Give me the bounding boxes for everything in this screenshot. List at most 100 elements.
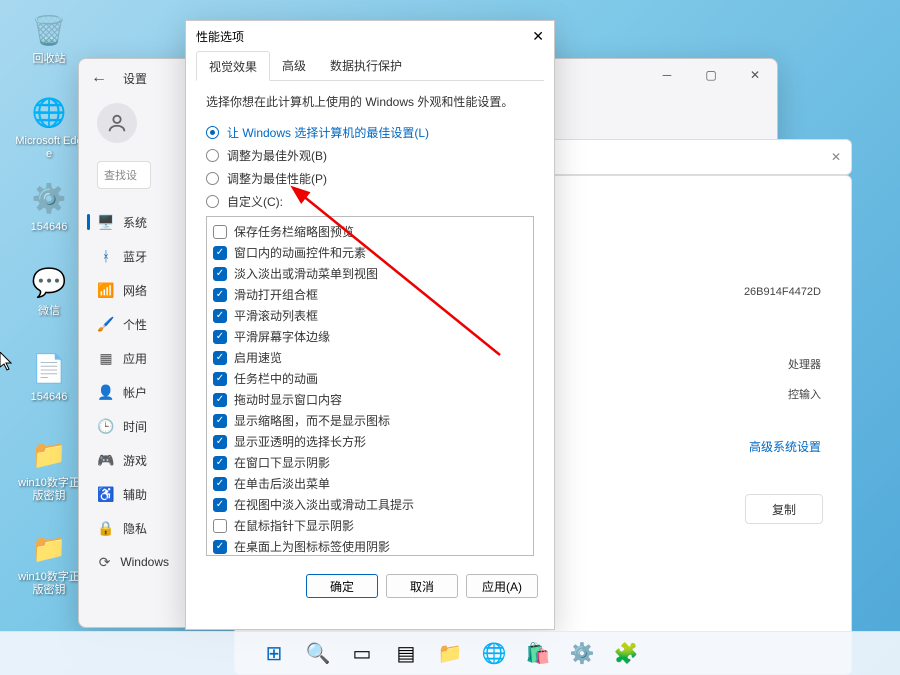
- desktop-icon-label: 154646: [14, 221, 84, 234]
- effect-13-checkbox: ✓: [213, 498, 227, 512]
- effect-5-label: 平滑屏幕字体边缘: [234, 328, 330, 345]
- effect-14[interactable]: 在鼠标指针下显示阴影: [213, 515, 527, 536]
- taskbar-store[interactable]: 🛍️: [519, 635, 557, 673]
- nav-accounts[interactable]: 👤帐户: [97, 375, 169, 409]
- desktop-icon-6[interactable]: 📁win10数字正版密钥: [14, 528, 84, 597]
- effect-1[interactable]: ✓窗口内的动画控件和元素: [213, 242, 527, 263]
- radio-0[interactable]: 让 Windows 选择计算机的最佳设置(L): [206, 124, 534, 141]
- desktop-icon-glyph: 📄: [29, 348, 69, 388]
- cancel-button[interactable]: 取消: [386, 574, 458, 598]
- nav-time[interactable]: 🕒时间: [97, 409, 169, 443]
- effect-8-label: 拖动时显示窗口内容: [234, 391, 342, 408]
- desktop-icon-3[interactable]: 💬微信: [14, 262, 84, 318]
- effect-5-checkbox: ✓: [213, 330, 227, 344]
- nav-apps-icon: ▦: [97, 350, 115, 367]
- tab-0[interactable]: 视觉效果: [196, 51, 270, 81]
- effect-13-label: 在视图中淡入淡出或滑动工具提示: [234, 496, 414, 513]
- effect-14-label: 在鼠标指针下显示阴影: [234, 517, 354, 534]
- nav-accounts-label: 帐户: [123, 384, 147, 401]
- nav-privacy[interactable]: 🔒隐私: [97, 511, 169, 545]
- maximize-button[interactable]: ▢: [689, 59, 733, 91]
- search-input[interactable]: 查找设: [97, 161, 151, 189]
- effect-12[interactable]: ✓在单击后淡出菜单: [213, 473, 527, 494]
- effects-list[interactable]: 保存任务栏缩略图预览✓窗口内的动画控件和元素✓淡入淡出或滑动菜单到视图✓滑动打开…: [206, 216, 534, 556]
- effect-13[interactable]: ✓ 在视图中淡入淡出或滑动工具提示: [213, 494, 527, 515]
- effect-11[interactable]: ✓ 在窗口下显示阴影: [213, 452, 527, 473]
- effect-4-checkbox: ✓: [213, 309, 227, 323]
- radio-3[interactable]: 自定义(C):: [206, 193, 534, 210]
- effect-5[interactable]: ✓ 平滑屏幕字体边缘: [213, 326, 527, 347]
- effect-6[interactable]: ✓启用速览: [213, 347, 527, 368]
- nav-network-label: 网络: [123, 282, 147, 299]
- nav-bluetooth-label: 蓝牙: [123, 248, 147, 265]
- minimize-button[interactable]: ─: [645, 59, 689, 91]
- nav-accessibility[interactable]: ♿辅助: [97, 477, 169, 511]
- effect-4-label: 平滑滚动列表框: [234, 307, 318, 324]
- effect-11-label: 在窗口下显示阴影: [234, 454, 330, 471]
- nav-gaming[interactable]: 🎮游戏: [97, 443, 169, 477]
- taskbar-taskview[interactable]: ▭: [343, 635, 381, 673]
- tab-1[interactable]: 高级: [270, 51, 318, 80]
- nav-update-icon: ⟳: [97, 554, 112, 571]
- effect-12-checkbox: ✓: [213, 477, 227, 491]
- taskbar-settings[interactable]: ⚙️: [563, 635, 601, 673]
- effect-2-label: 淡入淡出或滑动菜单到视图: [234, 265, 378, 282]
- effect-7-label: 任务栏中的动画: [234, 370, 318, 387]
- effect-1-label: 窗口内的动画控件和元素: [234, 244, 366, 261]
- desktop-icon-4[interactable]: 📄154646: [14, 348, 84, 404]
- taskbar-widgets[interactable]: ▤: [387, 635, 425, 673]
- radio-1[interactable]: 调整为最佳外观(B): [206, 147, 534, 164]
- desktop-icon-glyph: 📁: [29, 528, 69, 568]
- effect-11-checkbox: ✓: [213, 456, 227, 470]
- effect-3-label: 滑动打开组合框: [234, 286, 318, 303]
- perf-title-text: 性能选项: [196, 28, 244, 45]
- effect-3[interactable]: ✓滑动打开组合框: [213, 284, 527, 305]
- effect-0-label: 保存任务栏缩略图预览: [234, 223, 354, 240]
- ok-button[interactable]: 确定: [306, 574, 378, 598]
- taskbar-app[interactable]: 🧩: [607, 635, 645, 673]
- nav-update[interactable]: ⟳Windows: [97, 545, 169, 579]
- nav-system-label: 系统: [123, 214, 147, 231]
- effect-15[interactable]: ✓在桌面上为图标标签使用阴影: [213, 536, 527, 556]
- nav-bluetooth[interactable]: ᚼ蓝牙: [97, 239, 169, 273]
- radio-2-label: 调整为最佳性能(P): [227, 170, 327, 187]
- taskbar-search[interactable]: 🔍: [299, 635, 337, 673]
- copy-button[interactable]: 复制: [745, 494, 823, 524]
- taskbar-explorer[interactable]: 📁: [431, 635, 469, 673]
- tab-2[interactable]: 数据执行保护: [318, 51, 414, 80]
- effect-6-checkbox: ✓: [213, 351, 227, 365]
- nav-apps[interactable]: ▦应用: [97, 341, 169, 375]
- effect-9[interactable]: ✓显示缩略图，而不是显示图标: [213, 410, 527, 431]
- radio-2-indicator: [206, 172, 219, 185]
- effect-10[interactable]: ✓ 显示亚透明的选择长方形: [213, 431, 527, 452]
- effect-4[interactable]: ✓ 平滑滚动列表框: [213, 305, 527, 326]
- nav-system[interactable]: 🖥️系统: [97, 205, 169, 239]
- taskbar-edge[interactable]: 🌐: [475, 635, 513, 673]
- nav-network[interactable]: 📶网络: [97, 273, 169, 307]
- nav-personalization[interactable]: 🖌️个性: [97, 307, 169, 341]
- effect-10-label: 显示亚透明的选择长方形: [234, 433, 366, 450]
- effect-8[interactable]: ✓拖动时显示窗口内容: [213, 389, 527, 410]
- perf-tabs: 视觉效果高级数据执行保护: [196, 51, 544, 81]
- radio-2[interactable]: 调整为最佳性能(P): [206, 170, 534, 187]
- desktop-icon-5[interactable]: 📁win10数字正版密钥: [14, 434, 84, 503]
- apply-button[interactable]: 应用(A): [466, 574, 538, 598]
- back-button[interactable]: ←: [91, 69, 107, 87]
- perf-close-button[interactable]: ✕: [532, 28, 544, 45]
- desktop-icon-1[interactable]: 🌐Microsoft Edge: [14, 92, 84, 161]
- close-button[interactable]: ✕: [733, 59, 777, 91]
- effect-2[interactable]: ✓淡入淡出或滑动菜单到视图: [213, 263, 527, 284]
- nav-privacy-label: 隐私: [123, 520, 147, 537]
- effect-10-checkbox: ✓: [213, 435, 227, 449]
- nav-personalization-icon: 🖌️: [97, 316, 115, 333]
- effect-0[interactable]: 保存任务栏缩略图预览: [213, 221, 527, 242]
- inner-close[interactable]: ✕: [831, 150, 841, 164]
- radio-0-indicator: [206, 126, 219, 139]
- effect-7[interactable]: ✓任务栏中的动画: [213, 368, 527, 389]
- avatar[interactable]: [97, 103, 137, 143]
- desktop-icon-0[interactable]: 🗑️回收站: [14, 10, 84, 66]
- nav-time-icon: 🕒: [97, 418, 115, 435]
- desktop-icon-2[interactable]: ⚙️154646: [14, 178, 84, 234]
- adv-system-link[interactable]: 高级系统设置: [749, 438, 821, 455]
- taskbar-start[interactable]: ⊞: [255, 635, 293, 673]
